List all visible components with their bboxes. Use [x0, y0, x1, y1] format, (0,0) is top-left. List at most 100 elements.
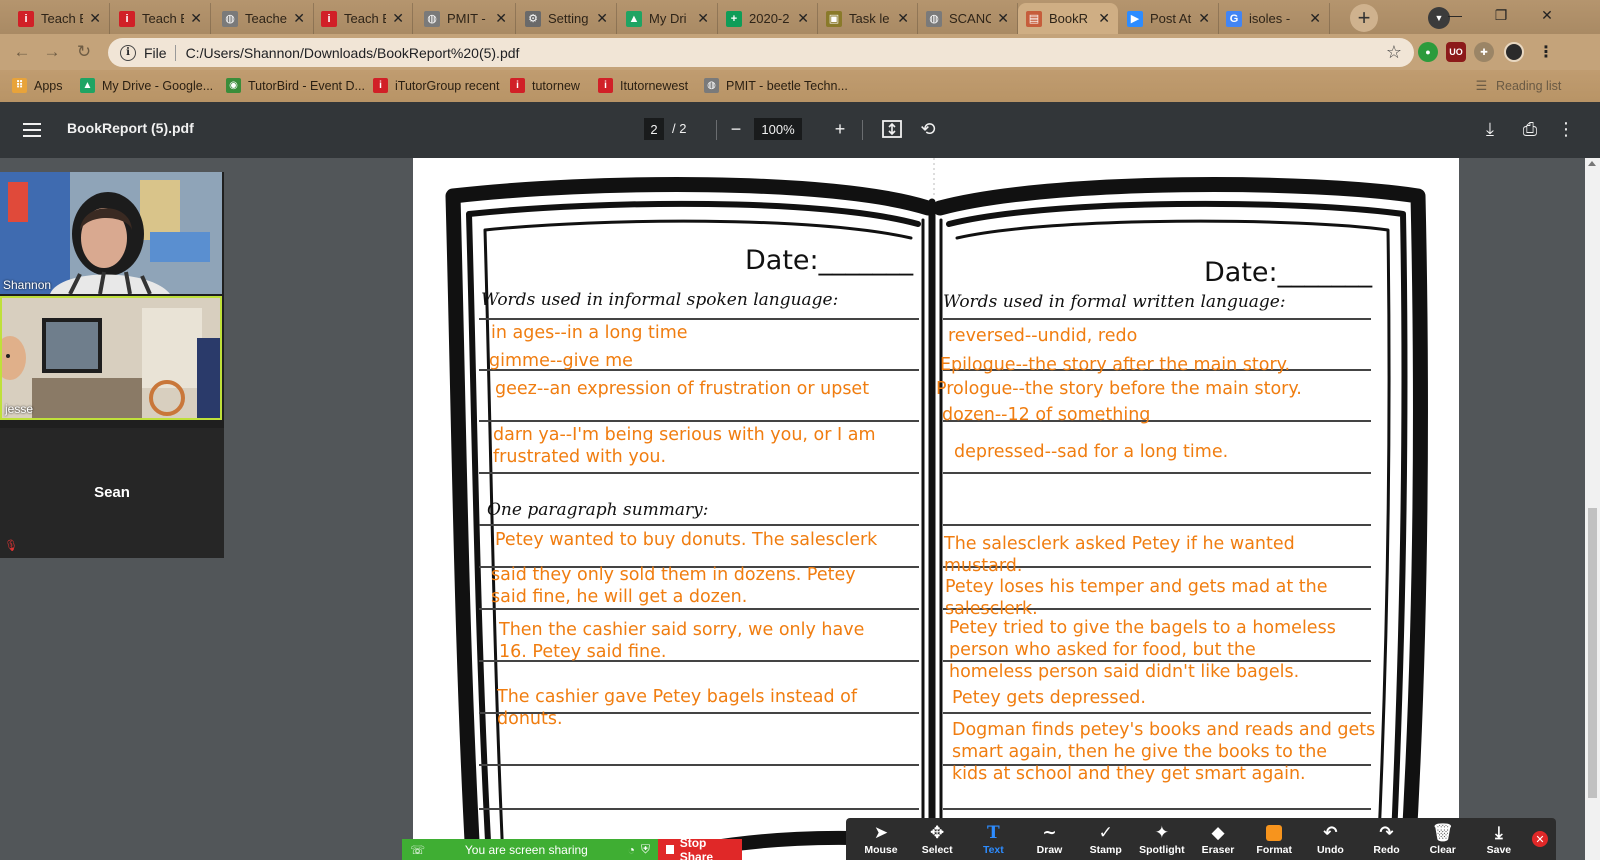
annotate-clear-button[interactable]: 🗑 Clear: [1416, 823, 1470, 856]
extensions-puzzle-icon[interactable]: ✚: [1474, 42, 1494, 62]
annotate-text-button[interactable]: T Text: [966, 823, 1020, 856]
pdf-menu-icon[interactable]: [22, 120, 42, 140]
video-tile-sean[interactable]: Sean 🎙: [0, 428, 224, 558]
tab-close-icon[interactable]: ✕: [1309, 10, 1321, 27]
tab-close-icon[interactable]: ✕: [89, 10, 101, 27]
browser-tab[interactable]: ▣ Task le ✕: [818, 3, 918, 34]
answer-text-left: gimme--give me: [489, 351, 633, 371]
profile-avatar[interactable]: [1504, 42, 1524, 62]
fit-to-page-icon[interactable]: [881, 118, 903, 140]
browser-tab[interactable]: ◍ PMIT - ✕: [416, 3, 516, 34]
bookmark-item[interactable]: i tutornew: [510, 78, 580, 93]
bookmark-item[interactable]: ⠿ Apps: [12, 78, 63, 93]
annotate-undo-button[interactable]: ↶ Undo: [1303, 823, 1357, 856]
bookmark-item[interactable]: i iTutorGroup recent: [373, 78, 499, 93]
zoom-level-input[interactable]: 100%: [754, 118, 802, 140]
print-icon[interactable]: ⎙: [1519, 118, 1541, 140]
date-label-right: Date:_______: [1204, 257, 1373, 288]
itutor-icon: i: [510, 78, 525, 93]
bookmark-star-icon[interactable]: ☆: [1386, 42, 1402, 63]
tab-close-icon[interactable]: ✕: [596, 10, 608, 27]
annotate-eraser-button[interactable]: ◆ Eraser: [1191, 823, 1245, 856]
tab-close-icon[interactable]: ✕: [495, 10, 507, 27]
rotate-icon[interactable]: ⟲: [917, 118, 939, 140]
pdf-viewer-toolbar: BookReport (5).pdf 2 / 2 − 100% + ⟲ ⤓ ⎙ …: [0, 102, 1600, 158]
site-info-icon[interactable]: i: [120, 44, 136, 61]
bookmark-item[interactable]: ◉ TutorBird - Event D...: [226, 78, 365, 93]
bookmark-label: PMIT - beetle Techn...: [726, 78, 848, 93]
sharing-indicator[interactable]: ☏ You are screen sharing ◔ ⛨: [402, 839, 658, 860]
download-icon[interactable]: ⤓: [1479, 118, 1501, 140]
browser-tab[interactable]: i Teach E ✕: [313, 3, 413, 34]
restore-icon[interactable]: ❐: [1478, 0, 1524, 30]
tab-close-icon[interactable]: ✕: [997, 10, 1009, 27]
browser-tab[interactable]: ▲ My Dri ✕: [618, 3, 718, 34]
pdf-scrollbar[interactable]: [1585, 158, 1600, 860]
tab-favicon-icon: ◍: [926, 10, 942, 27]
spotlight-icon: ✦: [1154, 822, 1169, 842]
browser-tab[interactable]: Gisoles - ✕: [1218, 3, 1330, 34]
bookmark-label: Apps: [34, 78, 63, 93]
browser-tab[interactable]: i Teach E ✕: [111, 3, 211, 34]
ruled-line: [943, 524, 1371, 526]
browser-tab[interactable]: ⚙ Setting ✕: [517, 3, 617, 34]
close-annotation-icon[interactable]: ✕: [1532, 831, 1548, 847]
tab-close-icon[interactable]: ✕: [897, 10, 909, 27]
screen-share-status-bar: ☏ You are screen sharing ◔ ⛨ Stop Share: [402, 836, 742, 860]
address-bar[interactable]: i File C:/Users/Shannon/Downloads/BookRe…: [108, 38, 1414, 67]
browser-tab[interactable]: ▤ BookR ✕: [1018, 3, 1118, 34]
answer-text-right: reversed--undid, redo: [948, 326, 1138, 346]
tab-close-icon[interactable]: ✕: [190, 10, 202, 27]
tab-title: 2020-2: [749, 11, 790, 26]
more-options-icon[interactable]: ⋮: [1557, 118, 1575, 140]
tab-close-icon[interactable]: ✕: [1098, 10, 1110, 27]
annotate-save-button[interactable]: ⤓ Save: [1472, 823, 1526, 856]
ublock-icon[interactable]: UO: [1446, 42, 1466, 62]
tab-close-icon[interactable]: ✕: [293, 10, 305, 27]
tool-label: Stamp: [1089, 843, 1122, 856]
annotate-stamp-button[interactable]: ✓ Stamp: [1079, 823, 1133, 856]
zoom-in-icon[interactable]: +: [830, 118, 850, 140]
close-window-icon[interactable]: ✕: [1524, 0, 1570, 30]
tab-close-icon[interactable]: ✕: [797, 10, 809, 27]
annotate-spotlight-button[interactable]: ✦ Spotlight: [1135, 823, 1189, 856]
new-tab-button[interactable]: +: [1350, 4, 1378, 32]
bookmark-item[interactable]: ▲ My Drive - Google...: [80, 78, 213, 93]
browser-tab[interactable]: +2020-2 ✕: [718, 3, 818, 34]
ruled-line: [479, 764, 919, 766]
browser-tab[interactable]: ◍ SCANO ✕: [918, 3, 1018, 34]
extension-green-icon[interactable]: ●: [1418, 42, 1438, 62]
answer-text-right: Petey gets depressed.: [952, 688, 1146, 708]
tab-close-icon[interactable]: ✕: [1198, 10, 1210, 27]
browser-tab[interactable]: i Teach E ✕: [10, 3, 110, 34]
annotate-redo-button[interactable]: ↷ Redo: [1360, 823, 1414, 856]
page-number-input[interactable]: 2: [644, 118, 664, 140]
minimize-icon[interactable]: —: [1432, 0, 1478, 30]
tab-close-icon[interactable]: ✕: [697, 10, 709, 27]
chrome-menu-icon[interactable]: ⋮: [1536, 42, 1556, 62]
summary-heading: One paragraph summary:: [487, 500, 709, 520]
stop-share-button[interactable]: Stop Share: [658, 836, 742, 860]
annotate-format-button[interactable]: Format: [1247, 823, 1301, 856]
forward-icon[interactable]: →: [40, 40, 64, 64]
tab-title: Teach E: [344, 11, 386, 26]
url-text[interactable]: C:/Users/Shannon/Downloads/BookReport%20…: [186, 45, 1386, 61]
reading-list[interactable]: ☰ Reading list: [1474, 78, 1562, 93]
browser-tab[interactable]: ▶ Post At ✕: [1119, 3, 1219, 34]
tab-favicon-icon: i: [18, 10, 34, 27]
tab-close-icon[interactable]: ✕: [392, 10, 404, 27]
annotate-draw-button[interactable]: ∼ Draw: [1023, 823, 1077, 856]
bookmark-item[interactable]: i Itutornewest: [598, 78, 688, 93]
bookmark-item[interactable]: ◍ PMIT - beetle Techn...: [704, 78, 848, 93]
annotate-mouse-button[interactable]: ➤ Mouse: [854, 823, 908, 856]
browser-tab[interactable]: ◍ Teache ✕: [214, 3, 314, 34]
scroll-up-icon[interactable]: [1588, 161, 1596, 166]
back-icon[interactable]: ←: [10, 40, 34, 64]
annotate-select-button[interactable]: ✥ Select: [910, 823, 964, 856]
scrollbar-thumb[interactable]: [1588, 508, 1597, 798]
reload-icon[interactable]: ↻: [72, 40, 96, 64]
tool-label: Select: [921, 843, 953, 856]
video-tile-shannon[interactable]: Shannon: [0, 172, 222, 294]
video-tile-jesse[interactable]: jesse: [0, 296, 222, 420]
zoom-out-icon[interactable]: −: [726, 118, 746, 140]
